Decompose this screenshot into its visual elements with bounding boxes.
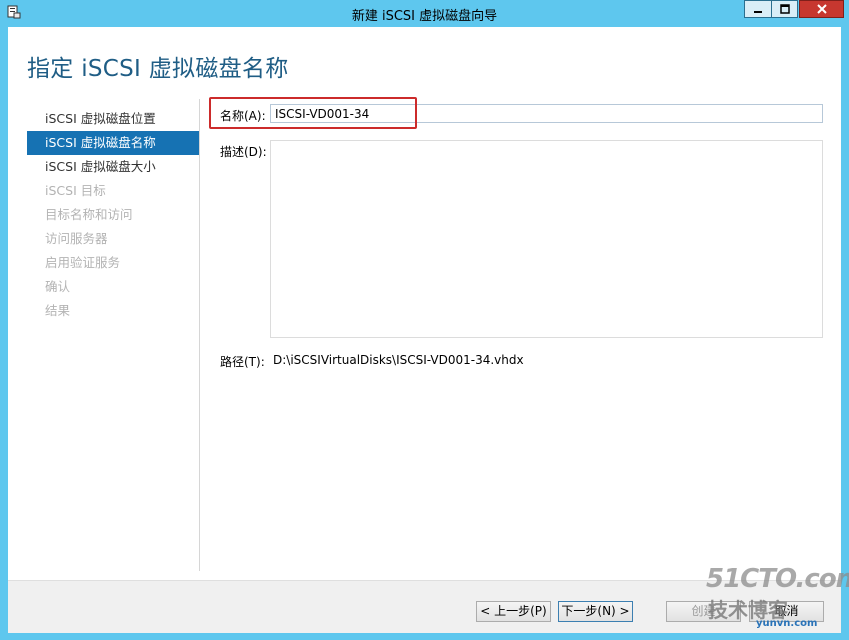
wizard-client-area: 指定 iSCSI 虚拟磁盘名称 iSCSI 虚拟磁盘位置 iSCSI 虚拟磁盘名…: [8, 27, 841, 633]
nav-step-results: 结果: [45, 303, 71, 318]
minimize-icon: [754, 11, 762, 13]
watermark-line1: 51CTO.com: [706, 564, 849, 594]
page-title: 指定 iSCSI 虚拟磁盘名称: [27, 56, 289, 82]
minimize-button[interactable]: [744, 0, 771, 18]
nav-step-target-name-access: 目标名称和访问: [45, 207, 133, 222]
description-textarea[interactable]: [270, 140, 823, 338]
nav-step-enable-auth: 启用验证服务: [45, 255, 121, 270]
watermark: 51CTO.com 技术博客 yunvn.com: [700, 564, 849, 634]
close-button[interactable]: [799, 0, 844, 18]
path-value: D:\iSCSIVirtualDisks\ISCSI-VD001-34.vhdx: [273, 353, 524, 367]
nav-step-iscsi-target: iSCSI 目标: [45, 183, 106, 198]
name-highlight-box: [209, 97, 417, 129]
close-icon: [816, 4, 827, 14]
description-label: 描述(D):: [220, 145, 267, 159]
wizard-steps-nav: iSCSI 虚拟磁盘位置 iSCSI 虚拟磁盘名称 iSCSI 虚拟磁盘大小 i…: [27, 107, 199, 323]
path-label: 路径(T):: [220, 355, 265, 369]
maximize-button[interactable]: [771, 0, 798, 18]
maximize-icon: [779, 4, 790, 14]
wizard-window: 新建 iSCSI 虚拟磁盘向导 指定 iSCSI 虚拟磁盘名称 iSCSI 虚拟…: [0, 0, 849, 640]
title-bar[interactable]: 新建 iSCSI 虚拟磁盘向导: [0, 0, 849, 27]
nav-step-disk-location[interactable]: iSCSI 虚拟磁盘位置: [27, 107, 199, 131]
previous-button[interactable]: < 上一步(P): [476, 601, 551, 622]
nav-step-confirm: 确认: [45, 279, 71, 294]
window-title: 新建 iSCSI 虚拟磁盘向导: [351, 9, 498, 24]
nav-step-disk-size[interactable]: iSCSI 虚拟磁盘大小: [27, 155, 199, 179]
nav-step-disk-name[interactable]: iSCSI 虚拟磁盘名称: [27, 131, 199, 155]
watermark-line3: yunvn.com: [756, 618, 818, 629]
nav-step-access-servers: 访问服务器: [45, 231, 108, 246]
next-button[interactable]: 下一步(N) >: [558, 601, 633, 622]
nav-divider: [199, 99, 200, 571]
